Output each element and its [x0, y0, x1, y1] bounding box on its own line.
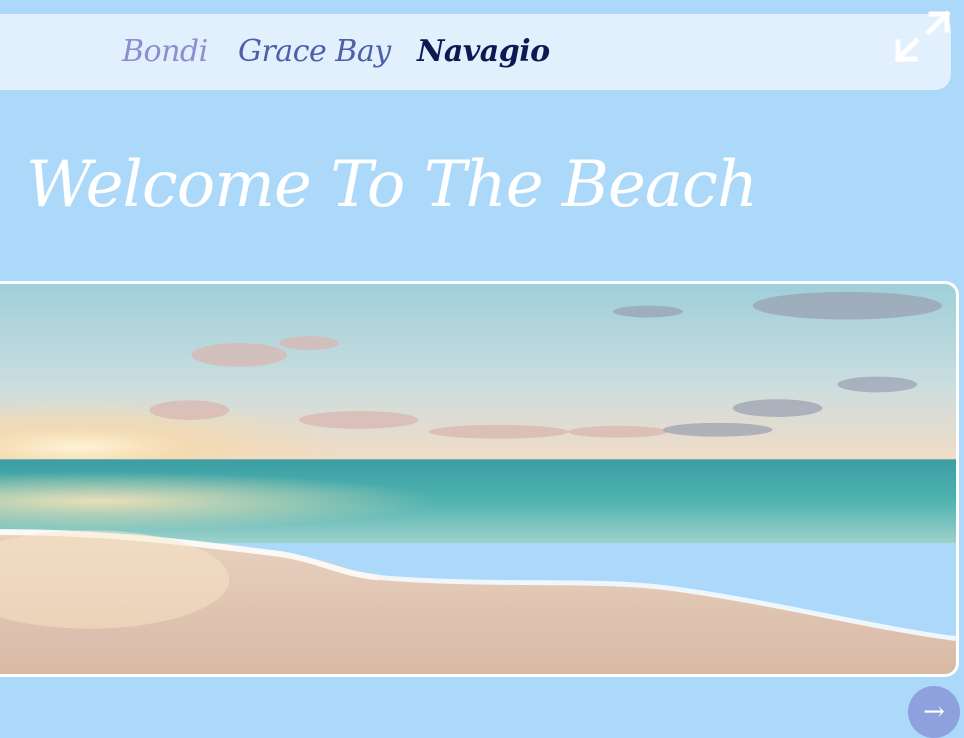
beach-sunset-photo	[0, 284, 956, 674]
nav-link-bondi[interactable]: Bondi	[122, 34, 208, 69]
nav-link-grace-bay[interactable]: Grace Bay	[238, 34, 391, 69]
expand-icon[interactable]	[893, 6, 951, 64]
next-button[interactable]: →	[908, 686, 960, 738]
page-title: Welcome To The Beach	[26, 148, 758, 222]
nav-link-navagio[interactable]: Navagio	[417, 34, 550, 69]
arrow-right-icon: →	[923, 697, 945, 727]
beach-photo-frame	[0, 281, 959, 677]
top-nav: Bondi Grace Bay Navagio	[0, 14, 951, 90]
